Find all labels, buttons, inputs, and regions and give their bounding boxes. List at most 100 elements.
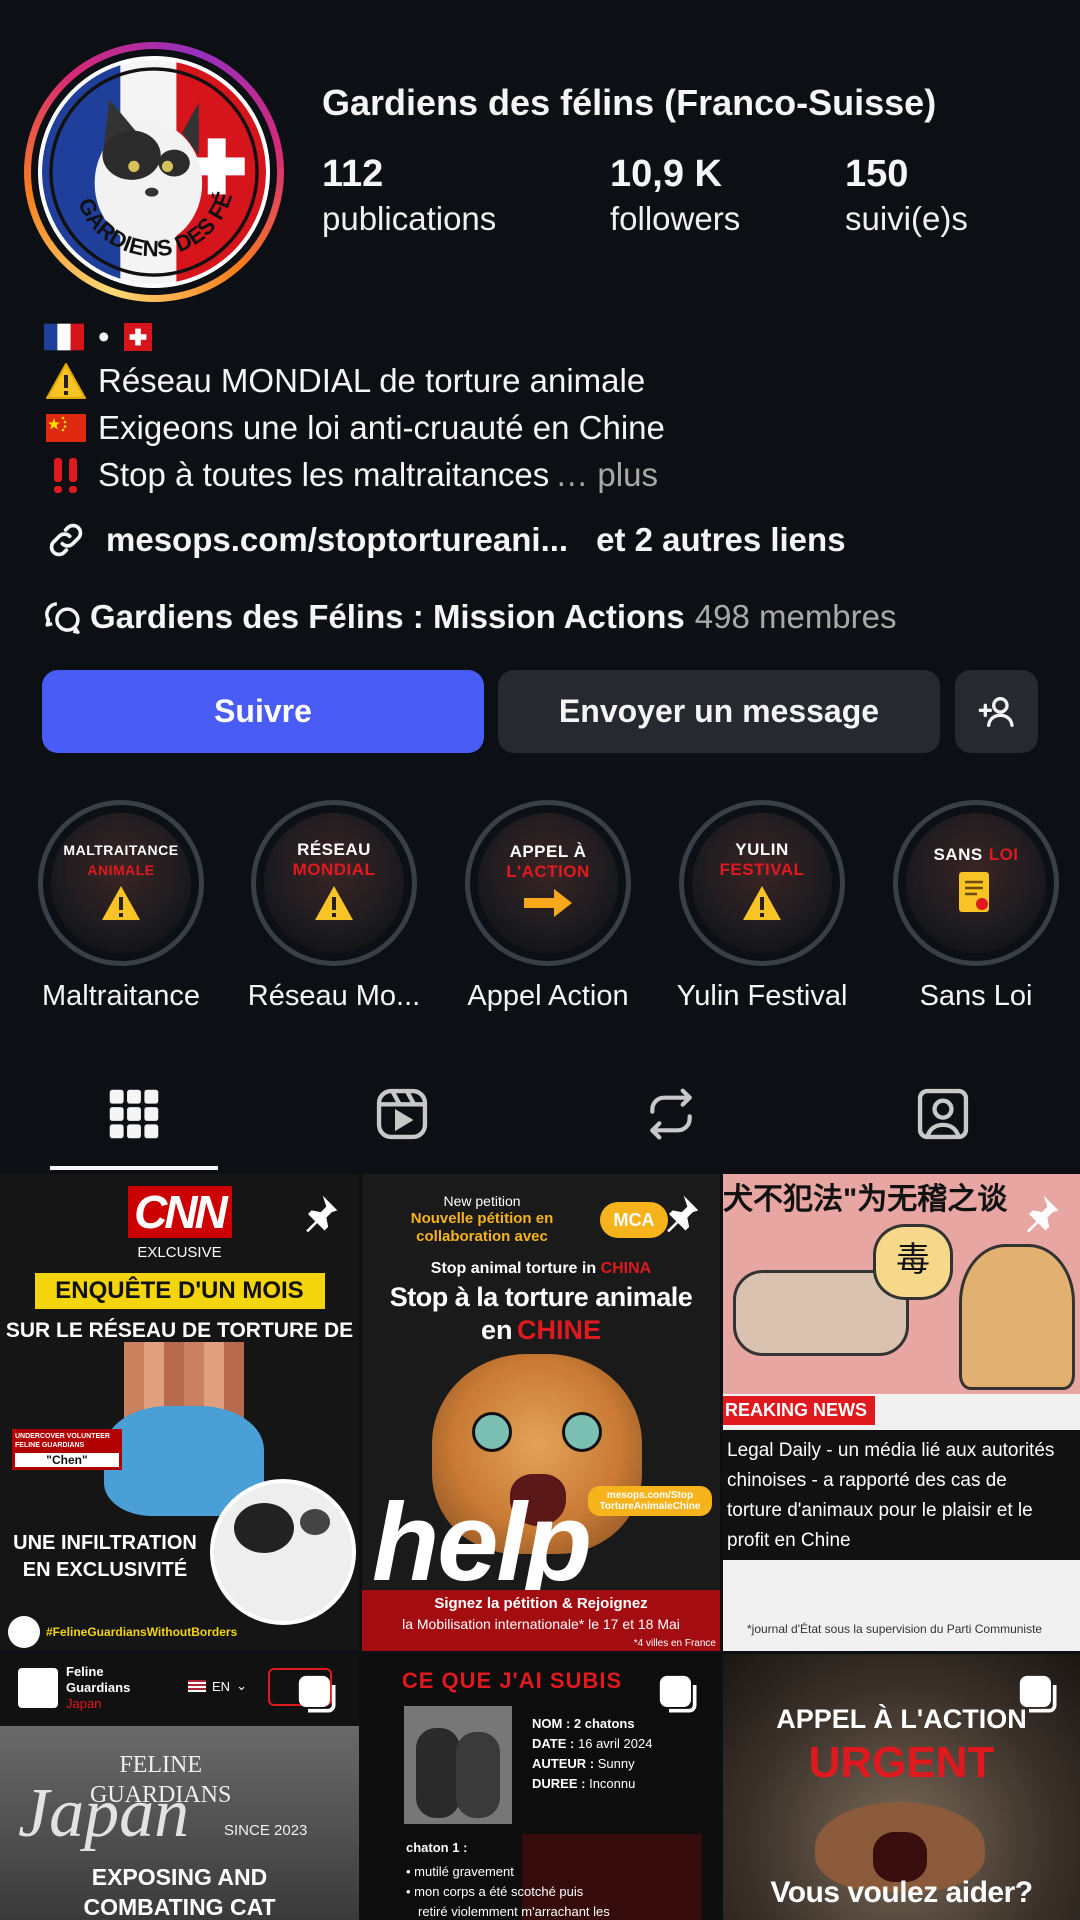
post2-cities: *4 villes en France bbox=[633, 1638, 716, 1649]
highlight-subtitle-4: FESTIVAL bbox=[719, 859, 805, 879]
post4-b2: COMBATING CAT bbox=[83, 1894, 276, 1920]
bio-link-url[interactable]: mesops.com/stoptortureani... bbox=[106, 521, 568, 559]
message-button[interactable]: Envoyer un message bbox=[498, 670, 940, 753]
link-icon bbox=[44, 518, 88, 562]
post1-tag: UNDERCOVER VOLUNTEER FELINE GUARDIANS "C… bbox=[12, 1429, 122, 1470]
post3-line1: Legal Daily - un média lié aux autorités bbox=[727, 1440, 1055, 1461]
post1-tag2: "Chen" bbox=[15, 1453, 119, 1467]
bio-line-2: Exigeons une loi anti-cruauté en Chine bbox=[44, 409, 665, 447]
highlight-subtitle-3: L'ACTION bbox=[506, 861, 590, 881]
profile-name: Gardiens des félins (Franco-Suisse) bbox=[322, 82, 937, 123]
post-tile-1[interactable]: CNN EXLCUSIVE ENQUÊTE D'UN MOIS SUR LE R… bbox=[0, 1174, 359, 1651]
post-tile-3[interactable]: 犬不犯法"为无稽之谈 毒 REAKING NEWS Legal Daily - … bbox=[723, 1174, 1080, 1651]
community-name[interactable]: Gardiens des Félins : Mission Actions bbox=[90, 598, 685, 636]
post5-sub: chaton 1 : bbox=[406, 1840, 468, 1855]
highlight-maltraitance[interactable]: MALTRAITANCE ANIMALE Maltraitance bbox=[35, 800, 207, 1013]
stat-following-value: 150 bbox=[845, 153, 909, 195]
post3-breaking: REAKING NEWS bbox=[723, 1396, 876, 1425]
post5-bul3: retiré violemment m'arrachant les bbox=[418, 1904, 610, 1919]
community-row[interactable]: Gardiens des Félins : Mission Actions 49… bbox=[42, 596, 897, 638]
multiple-photos-icon bbox=[658, 1674, 702, 1723]
highlight-label-2: Réseau Mo... bbox=[247, 980, 421, 1012]
post4-since: SINCE 2023 bbox=[224, 1822, 308, 1839]
post2-line-en-a: Stop animal torture in bbox=[430, 1260, 597, 1277]
post3-hanzi-poison: 毒 bbox=[896, 1241, 930, 1279]
highlight-yulin[interactable]: YULIN FESTIVAL Yulin Festival bbox=[676, 800, 848, 1013]
chevron-down-icon: ⌄ bbox=[236, 1678, 247, 1693]
post4-script: Japan bbox=[18, 1775, 190, 1852]
post1-brand: CNN bbox=[127, 1186, 232, 1238]
post2-url2: TortureAnimaleChine bbox=[599, 1501, 701, 1512]
tab-posts-grid[interactable] bbox=[94, 1082, 174, 1146]
post5-v2: 16 avril 2024 bbox=[578, 1736, 653, 1751]
pinned-icon bbox=[1018, 1192, 1062, 1241]
france-flag-icon bbox=[44, 323, 84, 351]
post5-v4: Inconnu bbox=[589, 1776, 636, 1791]
highlight-appel-action[interactable]: APPEL À L'ACTION Appel Action bbox=[462, 800, 634, 1013]
follow-button[interactable]: Suivre bbox=[42, 670, 484, 753]
bio-other-links[interactable]: et 2 autres liens bbox=[596, 521, 845, 559]
post-tile-5[interactable]: CE QUE J'AI SUBIS NOM : 2 chatons DATE :… bbox=[362, 1654, 720, 1920]
multiple-photos-icon bbox=[297, 1674, 341, 1723]
post4-org1: Feline bbox=[66, 1664, 104, 1679]
post-tile-4[interactable]: Feline Guardians Japan EN ⌄ FELINE GUARD… bbox=[0, 1654, 359, 1920]
profile-avatar[interactable]: GARDIENS DES FÉLINS bbox=[24, 42, 284, 302]
highlight-title-4: YULIN bbox=[735, 839, 789, 859]
post6-bottom: Vous voulez aider? bbox=[770, 1876, 1033, 1909]
stat-followers[interactable]: 10,9 K followers bbox=[610, 152, 740, 242]
post2-title-a: Stop à la torture animale bbox=[389, 1282, 693, 1312]
highlight-label-5: Sans Loi bbox=[919, 980, 1033, 1012]
post2-sign: Signez la pétition & Rejoignez bbox=[434, 1595, 648, 1612]
document-icon bbox=[956, 869, 996, 922]
post3-line2: chinoises - a rapporté des cas de bbox=[727, 1470, 1007, 1491]
post5-bul2: mon corps a été scotché puis bbox=[414, 1884, 584, 1899]
post5-kittens-photo bbox=[404, 1706, 512, 1824]
post4-lang: EN bbox=[212, 1678, 231, 1694]
stat-posts-label: publications bbox=[322, 200, 497, 237]
double-exclamation-icon bbox=[44, 457, 88, 493]
highlight-reseau[interactable]: RÉSEAU MONDIAL Réseau Mo... bbox=[248, 800, 420, 1013]
repost-icon bbox=[643, 1086, 699, 1142]
pinned-icon bbox=[658, 1192, 702, 1241]
stat-following-label: suivi(e)s bbox=[845, 200, 968, 237]
post6-t2: URGENT bbox=[808, 1738, 995, 1787]
community-members: 498 membres bbox=[694, 598, 897, 635]
bio-line-1-text: Réseau MONDIAL de torture animale bbox=[98, 362, 646, 399]
switzerland-flag-icon bbox=[123, 323, 152, 351]
post-tile-6[interactable]: APPEL À L'ACTION URGENT Vous voulez aide… bbox=[723, 1654, 1080, 1920]
post1-sub: EXLCUSIVE bbox=[137, 1244, 222, 1261]
bio-line-3-text: Stop à toutes les maltraitances bbox=[98, 456, 550, 493]
post1-caption2: EN EXCLUSIVITÉ bbox=[22, 1559, 188, 1581]
post5-v1: 2 chatons bbox=[573, 1716, 635, 1731]
post5-k3: AUTEUR : bbox=[532, 1756, 595, 1771]
post5-title: CE QUE J'AI SUBIS bbox=[401, 1668, 623, 1693]
stat-posts[interactable]: 112 publications bbox=[322, 152, 496, 242]
post5-k1: NOM : bbox=[532, 1716, 571, 1731]
bio-more-link[interactable]: … plus bbox=[555, 456, 658, 494]
highlight-sans-loi[interactable]: SANS LOI Sans Loi bbox=[890, 800, 1062, 1013]
highlight-label-4: Yulin Festival bbox=[676, 980, 848, 1012]
china-flag-icon bbox=[44, 410, 88, 446]
post2-line-en-b: CHINA bbox=[600, 1260, 652, 1277]
tab-reels[interactable] bbox=[362, 1082, 442, 1146]
post5-v3: Sunny bbox=[597, 1756, 635, 1771]
multiple-photos-icon bbox=[1018, 1674, 1062, 1723]
feline-guardians-logo-icon bbox=[18, 1668, 58, 1708]
post4-language-select: EN ⌄ bbox=[188, 1678, 247, 1694]
tab-reposts[interactable] bbox=[631, 1082, 711, 1146]
post4-org3: Japan bbox=[66, 1696, 102, 1711]
post2-top3: collaboration avec bbox=[416, 1228, 548, 1245]
warning-icon bbox=[44, 363, 88, 399]
stat-following[interactable]: 150 suivi(e)s bbox=[845, 152, 968, 242]
community-chat-icon bbox=[42, 596, 84, 638]
suggest-users-button[interactable] bbox=[955, 670, 1038, 753]
tab-tagged[interactable] bbox=[903, 1082, 983, 1146]
highlight-title-1: MALTRAITANCE bbox=[63, 841, 179, 858]
bio-line-1: Réseau MONDIAL de torture animale bbox=[44, 362, 645, 400]
bio-links[interactable]: mesops.com/stoptortureani... et 2 autres… bbox=[44, 518, 846, 562]
highlight-subtitle-1: ANIMALE bbox=[87, 861, 155, 878]
post1-banner: ENQUÊTE D'UN MOIS bbox=[34, 1273, 325, 1309]
warning-icon bbox=[740, 884, 784, 927]
post-tile-2[interactable]: New petition Nouvelle pétition en collab… bbox=[362, 1174, 720, 1651]
post3-line4: profit en Chine bbox=[727, 1530, 851, 1551]
